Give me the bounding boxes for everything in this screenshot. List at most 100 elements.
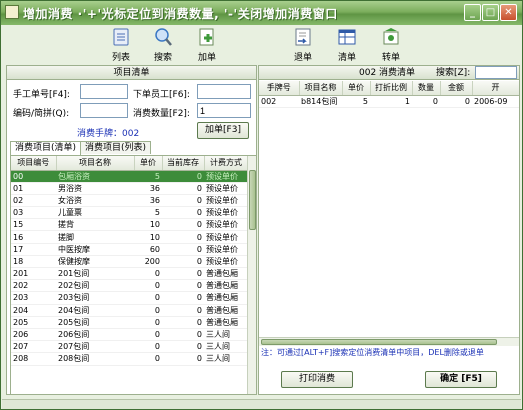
- item-mode: 预设单价: [204, 243, 248, 256]
- add-consumption-window: 增加消费 ·'+'光标定位到消费数量, '-'关闭增加消费窗口 _ □ ✕ 列表…: [0, 0, 523, 410]
- bill-panel-header: 002 消费清单 搜索[Z]:: [259, 66, 519, 80]
- col-unit-price[interactable]: 单价: [342, 81, 371, 96]
- item-row[interactable]: 203 203包间 0 0 普通包厢: [11, 291, 248, 305]
- tab-item-list[interactable]: 消费项目(清单): [10, 141, 82, 155]
- col-price[interactable]: 单价: [134, 156, 163, 171]
- item-row[interactable]: 03 儿童票 5 0 预设单价: [11, 206, 248, 220]
- maximize-button[interactable]: □: [482, 4, 499, 21]
- item-stock: 0: [162, 170, 204, 183]
- item-price: 0: [134, 352, 162, 366]
- minimize-button[interactable]: _: [464, 4, 481, 21]
- bill-panel: 002 消费清单 搜索[Z]: 手牌号 项目名称 单价 打折比例 数量 金额 开: [258, 65, 520, 395]
- item-name: 搓脚: [56, 230, 134, 244]
- item-row[interactable]: 205 205包间 0 0 普通包厢: [11, 316, 248, 329]
- close-button[interactable]: ✕: [500, 4, 517, 21]
- item-code: 202: [11, 279, 56, 293]
- list-button[interactable]: 列表: [104, 27, 138, 65]
- code-input[interactable]: [80, 103, 128, 118]
- item-row[interactable]: 201 201包间 0 0 普通包厢: [11, 267, 248, 281]
- bill-open-time: 2006-09: [472, 95, 519, 108]
- item-mode: 预设单价: [204, 170, 248, 183]
- item-grid-vscroll[interactable]: [247, 156, 256, 394]
- bill-price: 5: [342, 95, 370, 108]
- item-code: 204: [11, 304, 56, 317]
- item-row[interactable]: 206 206包间 0 0 三人间: [11, 328, 248, 342]
- add-doc-icon: [197, 27, 217, 47]
- bill-item-name: b814包间: [299, 95, 342, 108]
- col-amount[interactable]: 金额: [440, 81, 473, 96]
- item-name: 搓背: [56, 218, 134, 232]
- search-button[interactable]: 搜索: [146, 27, 180, 65]
- transfer-icon: [381, 27, 401, 47]
- tab-item-grid[interactable]: 消费项目(列表): [80, 141, 152, 154]
- item-grid: 项目编号 项目名称 单价 当前库存 计费方式 00 包厢浴资 5 0 预设单价 01 男浴资…: [10, 155, 257, 395]
- bill-search-input[interactable]: [475, 66, 517, 79]
- item-stock: 0: [162, 267, 204, 281]
- col-stock[interactable]: 当前库存: [162, 156, 205, 171]
- item-mode: 预设单价: [204, 255, 248, 269]
- item-name: 202包间: [56, 279, 134, 293]
- qty-label: 消费数量[F2]:: [133, 109, 190, 119]
- hint-note: 注：可通过[ALT+F]搜索定位消费清单中项目，DEL删除或退单: [261, 348, 484, 357]
- item-stock: 0: [162, 194, 204, 208]
- col-item-name[interactable]: 项目名称: [299, 81, 343, 96]
- bill-list-button[interactable]: 清单: [330, 27, 364, 65]
- item-stock: 0: [162, 243, 204, 256]
- list-icon: [111, 27, 131, 47]
- col-discount[interactable]: 打折比例: [370, 81, 413, 96]
- col-name[interactable]: 项目名称: [56, 156, 135, 171]
- item-row[interactable]: 208 208包间 0 0 三人间: [11, 352, 248, 366]
- add-order-label: 加单: [197, 53, 216, 63]
- bill-row[interactable]: 002 b814包间 5 1 0 0 2006-09: [259, 95, 519, 108]
- item-name: 204包间: [56, 304, 134, 317]
- col-mode[interactable]: 计费方式: [204, 156, 249, 171]
- item-code: 00: [11, 170, 56, 183]
- print-button[interactable]: 打印消费: [281, 371, 353, 388]
- manual-no-input[interactable]: [80, 84, 128, 99]
- col-qty[interactable]: 数量: [412, 81, 441, 96]
- item-mode: 预设单价: [204, 182, 248, 195]
- item-row[interactable]: 202 202包间 0 0 普通包厢: [11, 279, 248, 293]
- bill-grid-hscroll-thumb[interactable]: [261, 339, 497, 345]
- bill-qty: 0: [412, 95, 440, 108]
- item-row[interactable]: 16 搓脚 10 0 预设单价: [11, 230, 248, 244]
- staff-input[interactable]: [197, 84, 251, 99]
- item-mode: 预设单价: [204, 206, 248, 220]
- item-code: 203: [11, 291, 56, 305]
- item-row[interactable]: 01 男浴资 36 0 预设单价: [11, 182, 248, 195]
- item-stock: 0: [162, 255, 204, 269]
- search-label: 搜索: [153, 53, 172, 63]
- item-name: 女浴资: [56, 194, 134, 208]
- item-row[interactable]: 17 中医按摩 60 0 预设单价: [11, 243, 248, 256]
- item-stock: 0: [162, 218, 204, 232]
- add-order-f3-button[interactable]: 加单[F3]: [197, 122, 249, 139]
- item-row[interactable]: 207 207包间 0 0 三人间: [11, 340, 248, 354]
- item-grid-header: 项目编号 项目名称 单价 当前库存 计费方式: [11, 156, 249, 171]
- transfer-button[interactable]: 转单: [374, 27, 408, 65]
- col-card[interactable]: 手牌号: [259, 81, 300, 96]
- return-order-button[interactable]: 退单: [286, 27, 320, 65]
- add-order-button[interactable]: 加单: [190, 27, 224, 65]
- item-row[interactable]: 02 女浴资 36 0 预设单价: [11, 194, 248, 208]
- item-row[interactable]: 00 包厢浴资 5 0 预设单价: [11, 170, 248, 183]
- item-name: 保健按摩: [56, 255, 134, 269]
- col-open-time[interactable]: 开: [472, 81, 519, 96]
- item-mode: 普通包厢: [204, 291, 248, 305]
- return-icon: [293, 27, 313, 47]
- item-grid-vscroll-thumb[interactable]: [249, 170, 256, 230]
- confirm-button[interactable]: 确定 [F5]: [425, 371, 497, 388]
- search-icon: [153, 27, 173, 47]
- item-price: 36: [134, 182, 162, 195]
- item-mode: 普通包厢: [204, 267, 248, 281]
- item-code: 03: [11, 206, 56, 220]
- item-code: 18: [11, 255, 56, 269]
- col-code[interactable]: 项目编号: [11, 156, 57, 171]
- item-row[interactable]: 204 204包间 0 0 普通包厢: [11, 304, 248, 317]
- item-stock: 0: [162, 182, 204, 195]
- item-price: 36: [134, 194, 162, 208]
- qty-input[interactable]: [197, 103, 251, 118]
- item-row[interactable]: 15 搓背 10 0 预设单价: [11, 218, 248, 232]
- bill-card: 002: [259, 95, 299, 108]
- bill-grid-hscroll[interactable]: [259, 337, 519, 346]
- item-row[interactable]: 18 保健按摩 200 0 预设单价: [11, 255, 248, 269]
